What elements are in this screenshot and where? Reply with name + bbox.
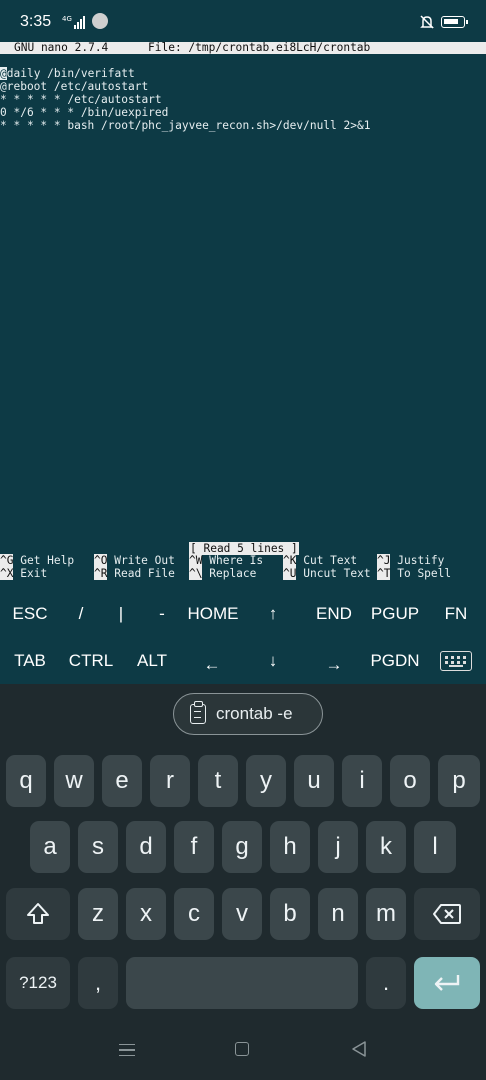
file-line: @daily /bin/verifatt <box>0 67 135 80</box>
key-y[interactable]: y <box>246 755 286 807</box>
file-line: 0 */6 * * * /bin/uexpired <box>0 106 169 119</box>
shortcut-where-is: ^W Where Is <box>189 554 264 567</box>
key-p[interactable]: p <box>438 755 480 807</box>
left-arrow-key[interactable]: ← <box>185 644 239 686</box>
nano-title-bar: GNU nano 2.7.4 File: /tmp/crontab.ei8LcH/… <box>0 42 486 54</box>
fn-key[interactable]: FN <box>429 593 483 635</box>
key-g[interactable]: g <box>222 821 262 873</box>
dash-key[interactable]: - <box>135 593 189 635</box>
enter-key[interactable] <box>414 957 480 1009</box>
end-key[interactable]: END <box>307 593 361 635</box>
key-s[interactable]: s <box>78 821 118 873</box>
shortcut-to-spell: ^T To Spell <box>377 567 452 580</box>
ctrl-key[interactable]: CTRL <box>64 640 118 682</box>
backspace-key[interactable] <box>414 888 480 940</box>
file-line: * * * * * bash /root/phc_jayvee_recon.sh… <box>0 119 371 132</box>
key-w[interactable]: w <box>54 755 94 807</box>
key-z[interactable]: z <box>78 888 118 940</box>
key-x[interactable]: x <box>126 888 166 940</box>
key-h[interactable]: h <box>270 821 310 873</box>
nano-file-name: File: /tmp/crontab.ei8LcH/crontab <box>148 41 371 54</box>
key-r[interactable]: r <box>150 755 190 807</box>
shortcut-get-help: ^G Get Help <box>0 554 75 567</box>
comma-key[interactable]: , <box>78 957 118 1009</box>
pgdn-key[interactable]: PGDN <box>368 640 422 682</box>
keyboard-toggle-icon[interactable] <box>440 651 472 671</box>
app-notification-icon <box>92 13 108 29</box>
shortcut-uncut-text: ^U Uncut Text <box>283 567 371 580</box>
battery-icon <box>441 16 468 28</box>
soft-keyboard: crontab -e q w e r t y u i o p a s d f g… <box>0 684 486 1080</box>
key-v[interactable]: v <box>222 888 262 940</box>
shift-icon <box>27 903 49 924</box>
key-i[interactable]: i <box>342 755 382 807</box>
key-d[interactable]: d <box>126 821 166 873</box>
key-b[interactable]: b <box>270 888 310 940</box>
shortcut-exit: ^X Exit <box>0 567 48 580</box>
nano-shortcut-bar: ^G Get Help ^O Write Out ^W Where Is ^K … <box>0 554 486 580</box>
nano-version: GNU nano 2.7.4 <box>14 41 109 54</box>
key-n[interactable]: n <box>318 888 358 940</box>
home-key[interactable]: HOME <box>185 593 241 635</box>
symbols-key[interactable]: ?123 <box>6 957 70 1009</box>
notifications-muted-icon <box>420 15 434 29</box>
shortcut-cut-text: ^K Cut Text <box>283 554 358 567</box>
key-e[interactable]: e <box>102 755 142 807</box>
file-line: @reboot /etc/autostart <box>0 80 149 93</box>
clipboard-icon <box>190 701 206 724</box>
key-t[interactable]: t <box>198 755 238 807</box>
system-nav-bar <box>0 1018 486 1080</box>
key-j[interactable]: j <box>318 821 358 873</box>
pgup-key[interactable]: PGUP <box>368 593 422 635</box>
signal-icon: 4G <box>62 15 85 29</box>
backspace-icon <box>433 904 461 924</box>
clipboard-suggestion-chip[interactable]: crontab -e <box>173 693 323 735</box>
suggestion-text: crontab -e <box>216 704 293 723</box>
shortcut-read-file: ^R Read File <box>94 567 175 580</box>
key-q[interactable]: q <box>6 755 46 807</box>
period-key[interactable]: . <box>366 957 406 1009</box>
shortcut-replace: ^\ Replace <box>189 567 257 580</box>
down-arrow-key[interactable]: ↓ <box>246 640 300 682</box>
file-line: * * * * * /etc/autostart <box>0 93 162 106</box>
key-k[interactable]: k <box>366 821 406 873</box>
space-key[interactable] <box>126 957 358 1009</box>
back-icon[interactable] <box>350 1040 368 1058</box>
alt-key[interactable]: ALT <box>125 640 179 682</box>
status-bar: 3:35 4G <box>0 0 486 42</box>
status-time: 3:35 <box>20 13 52 30</box>
home-icon[interactable] <box>235 1042 249 1056</box>
key-l[interactable]: l <box>414 821 456 873</box>
up-arrow-key[interactable]: ↑ <box>246 593 300 635</box>
network-type: 4G <box>62 15 72 23</box>
file-content[interactable]: @daily /bin/verifatt @reboot /etc/autost… <box>0 67 370 132</box>
recents-icon[interactable] <box>119 1044 135 1056</box>
key-f[interactable]: f <box>174 821 214 873</box>
key-o[interactable]: o <box>390 755 430 807</box>
esc-key[interactable]: ESC <box>3 593 57 635</box>
enter-icon <box>434 975 460 991</box>
shortcut-write-out: ^O Write Out <box>94 554 175 567</box>
key-a[interactable]: a <box>30 821 70 873</box>
extra-keys-bar: ESC / | - HOME ↑ END PGUP FN TAB CTRL AL… <box>0 590 486 684</box>
shift-key[interactable] <box>6 888 70 940</box>
terminal-view[interactable]: GNU nano 2.7.4 File: /tmp/crontab.ei8LcH/… <box>0 42 486 588</box>
text-cursor: @ <box>0 67 7 80</box>
key-m[interactable]: m <box>366 888 406 940</box>
key-c[interactable]: c <box>174 888 214 940</box>
shortcut-justify: ^J Justify <box>377 554 445 567</box>
key-u[interactable]: u <box>294 755 334 807</box>
tab-key[interactable]: TAB <box>3 640 57 682</box>
right-arrow-key[interactable]: → <box>307 644 361 686</box>
